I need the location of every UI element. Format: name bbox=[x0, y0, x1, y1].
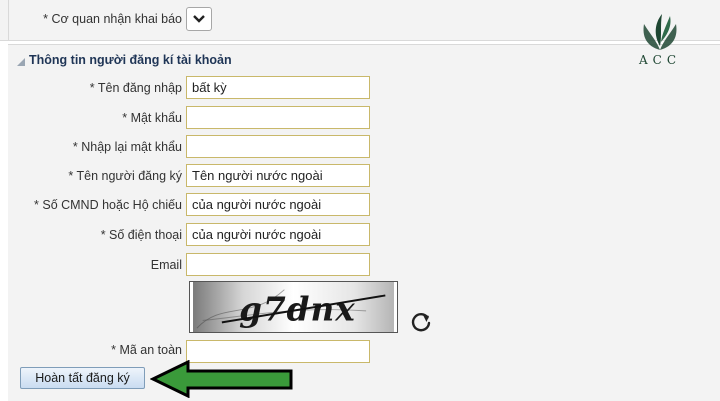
phone-label: * Số điện thoại bbox=[100, 228, 182, 242]
username-input[interactable] bbox=[186, 76, 370, 99]
captcha-text: g7dnx bbox=[239, 289, 356, 328]
email-label: Email bbox=[150, 258, 182, 272]
security-code-label: * Mã an toàn bbox=[111, 343, 182, 357]
password-input[interactable] bbox=[186, 106, 370, 129]
id-number-label: * Số CMND hoặc Hộ chiếu bbox=[34, 198, 182, 212]
chevron-down-icon bbox=[193, 15, 205, 23]
password-label: * Mật khẩu bbox=[122, 111, 182, 125]
registrant-name-label: * Tên người đăng ký bbox=[68, 169, 182, 183]
left-edge bbox=[0, 0, 9, 40]
captcha-image: g7dnx bbox=[189, 281, 398, 333]
section-title: Thông tin người đăng kí tài khoản bbox=[29, 53, 232, 67]
agency-label: * Cơ quan nhận khai báo bbox=[43, 12, 182, 26]
agency-select[interactable] bbox=[186, 7, 212, 31]
registrant-name-input[interactable] bbox=[186, 164, 370, 187]
password-confirm-label: * Nhập lại mật khẩu bbox=[72, 140, 182, 154]
green-arrow-icon bbox=[150, 360, 293, 398]
complete-registration-button[interactable]: Hoàn tất đăng ký bbox=[20, 367, 145, 389]
username-label: * Tên đăng nhập bbox=[89, 81, 182, 95]
phone-input[interactable] bbox=[186, 223, 370, 246]
password-confirm-input[interactable] bbox=[186, 135, 370, 158]
acc-logo bbox=[643, 14, 677, 50]
acc-logo-text: ACC bbox=[638, 53, 682, 67]
email-input[interactable] bbox=[186, 253, 370, 276]
collapse-triangle-icon[interactable] bbox=[16, 57, 26, 67]
refresh-icon[interactable] bbox=[410, 311, 432, 333]
id-number-input[interactable] bbox=[186, 193, 370, 216]
